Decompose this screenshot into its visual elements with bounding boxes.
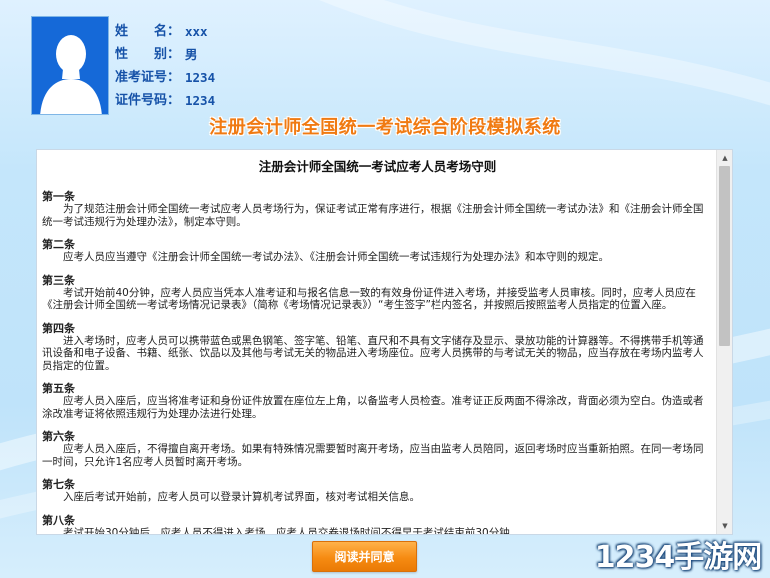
articles-list: 第一条 为了规范注册会计师全国统一考试应考人员考场行为，保证考试正常有序进行，根据… (42, 190, 713, 534)
article-title: 第八条 (42, 513, 75, 527)
system-title: 注册会计师全国统一考试综合阶段模拟系统 (209, 117, 561, 138)
scrollbar-thumb[interactable] (719, 166, 730, 346)
gender-label: 性 别： (115, 47, 181, 62)
article: 第二条 应考人员应当遵守《注册会计师全国统一考试办法》、《注册会计师全国统一考试违… (42, 238, 713, 264)
article: 第五条 应考人员入座后，应当将准考证和身份证件放置在座位左上角，以备监考人员检查。… (42, 382, 713, 420)
read-and-agree-button[interactable]: 阅读并同意 (312, 541, 417, 572)
article: 第六条 应考人员入座后，不得擅自离开考场。如果有特殊情况需要暂时离开考场，应当由监… (42, 430, 713, 468)
exam-no-label: 准考证号： (115, 70, 181, 85)
article-body: 应考人员应当遵守《注册会计师全国统一考试办法》、《注册会计师全国统一考试违规行为… (63, 251, 609, 263)
article: 第四条 进入考场时，应考人员可以携带蓝色或黑色钢笔、签字笔、铅笔、直尺和不具有文字… (42, 322, 713, 373)
exam-no-row: 准考证号： 1234 (115, 66, 215, 89)
article-body: 考试开始前40分钟，应考人员应当凭本人准考证和与报名信息一致的有效身份证件进入考… (42, 286, 696, 312)
article-title: 第七条 (42, 478, 75, 491)
candidate-info: 姓 名： xxx 性 别： 男 准考证号： 1234 证件号码： 1234 (115, 20, 215, 112)
article-body: 为了规范注册会计师全国统一考试应考人员考场行为，保证考试正常有序进行，根据《注册… (42, 203, 704, 228)
id-no-value: 1234 (185, 93, 216, 108)
name-row: 姓 名： xxx (115, 20, 215, 43)
avatar-silhouette-icon (40, 35, 102, 114)
document-title: 注册会计师全国统一考试应考人员考场守则 (258, 159, 497, 174)
gender-value: 男 (185, 47, 198, 62)
id-no-label: 证件号码： (115, 93, 181, 108)
id-no-row: 证件号码： 1234 (115, 89, 215, 112)
gender-row: 性 别： 男 (115, 43, 215, 66)
rules-panel: 注册会计师全国统一考试应考人员考场守则 第一条 为了规范注册会计师全国统一考试应考… (36, 149, 733, 535)
name-label: 姓 名： (115, 24, 181, 39)
article-body: 进入考场时，应考人员可以携带蓝色或黑色钢笔、签字笔、铅笔、直尺和不具有文字储存及… (42, 334, 704, 372)
article-title: 第三条 (42, 273, 75, 287)
article-title: 第二条 (42, 238, 75, 251)
vertical-scrollbar[interactable]: ▲ ▼ (716, 150, 732, 534)
exam-no-value: 1234 (185, 70, 216, 85)
article-title: 第一条 (42, 190, 75, 203)
article: 第一条 为了规范注册会计师全国统一考试应考人员考场行为，保证考试正常有序进行，根据… (42, 190, 713, 228)
article: 第七条 入座后考试开始前，应考人员可以登录计算机考试界面，核对考试相关信息。 (42, 478, 713, 504)
candidate-photo (31, 16, 109, 115)
article: 第三条 考试开始前40分钟，应考人员应当凭本人准考证和与报名信息一致的有效身份证件… (42, 274, 713, 312)
article-title: 第六条 (42, 430, 75, 443)
name-value: xxx (185, 24, 208, 39)
article-body: 应考人员入座后，不得擅自离开考场。如果有特殊情况需要暂时离开考场，应当由监考人员… (42, 443, 704, 468)
article-body: 应考人员入座后，应当将准考证和身份证件放置在座位左上角，以备监考人员检查。准考证… (42, 395, 704, 420)
scroll-up-icon[interactable]: ▲ (717, 151, 732, 165)
article-body: 入座后考试开始前，应考人员可以登录计算机考试界面，核对考试相关信息。 (63, 491, 420, 503)
rules-content[interactable]: 注册会计师全国统一考试应考人员考场守则 第一条 为了规范注册会计师全国统一考试应考… (42, 154, 713, 534)
article-title: 第五条 (42, 382, 75, 395)
article-title: 第四条 (42, 321, 75, 335)
site-watermark: 1234手游网 (594, 540, 763, 575)
